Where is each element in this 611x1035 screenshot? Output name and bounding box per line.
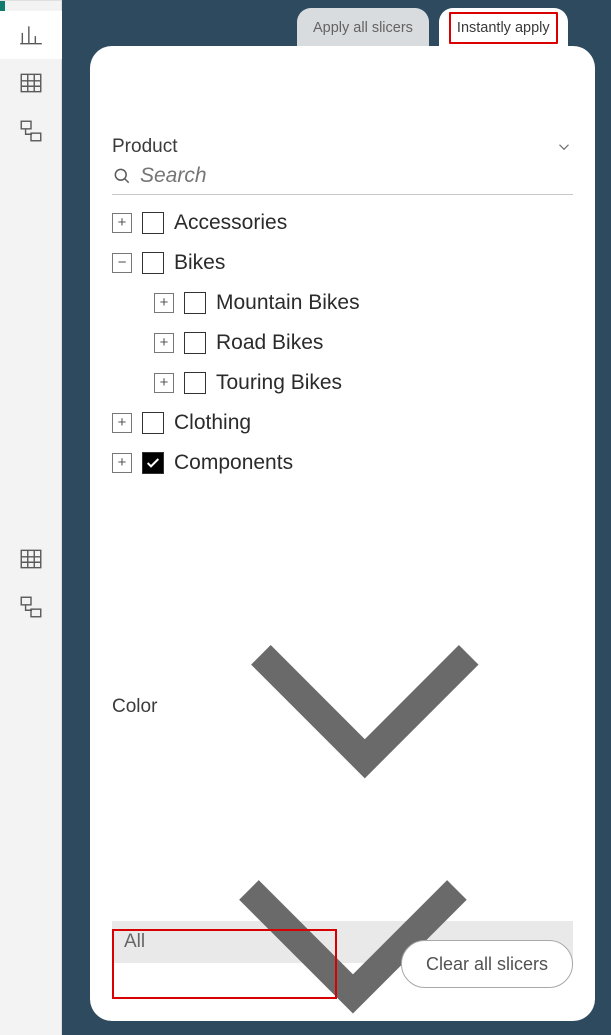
rail-model-view-2[interactable] — [0, 583, 62, 631]
product-slicer-header[interactable]: Product — [112, 136, 573, 158]
expand-icon[interactable]: + — [112, 413, 132, 433]
checkbox[interactable] — [142, 212, 164, 234]
expand-icon[interactable]: + — [154, 293, 174, 313]
tree-item-label: Touring Bikes — [216, 371, 342, 395]
highlight-box: Instantly apply — [449, 12, 558, 44]
highlight-box — [112, 929, 337, 999]
tab-label: Apply all slicers — [313, 20, 413, 36]
rail-table-view-2[interactable] — [0, 535, 62, 583]
color-slicer: Color All — [112, 499, 573, 963]
tree-row-road-bikes[interactable]: + Road Bikes — [112, 323, 573, 363]
panel-footer: Clear all slicers — [112, 929, 573, 999]
tree-item-label: Components — [174, 451, 293, 475]
table-grid-icon — [18, 546, 44, 572]
checkbox[interactable] — [184, 292, 206, 314]
chevron-down-icon — [555, 138, 573, 156]
tree-row-components[interactable]: + Components — [112, 443, 573, 483]
model-diagram-icon — [18, 594, 44, 620]
tree-row-mountain-bikes[interactable]: + Mountain Bikes — [112, 283, 573, 323]
search-input[interactable] — [140, 164, 573, 188]
collapse-icon[interactable]: − — [112, 253, 132, 273]
rail-model-view[interactable] — [0, 107, 62, 155]
checkbox[interactable] — [184, 372, 206, 394]
tree-item-label: Clothing — [174, 411, 251, 435]
tree-item-label: Mountain Bikes — [216, 291, 360, 315]
rail-table-view[interactable] — [0, 59, 62, 107]
expand-icon[interactable]: + — [154, 373, 174, 393]
search-icon — [112, 166, 132, 186]
rail-report-view[interactable] — [0, 11, 62, 59]
slicer-title: Product — [112, 136, 177, 158]
view-rail — [0, 0, 62, 1035]
tree-item-label: Bikes — [174, 251, 225, 275]
slicer-tabs: Apply all slicers Instantly apply — [297, 0, 568, 48]
slicer-title: Color — [112, 696, 157, 718]
expand-icon[interactable]: + — [154, 333, 174, 353]
table-grid-icon — [18, 70, 44, 96]
tab-instantly-apply[interactable]: Instantly apply — [439, 8, 568, 48]
tree-item-label: Road Bikes — [216, 331, 323, 355]
product-tree: + Accessories − Bikes + Mountain Bikes + — [112, 203, 573, 483]
tree-row-touring-bikes[interactable]: + Touring Bikes — [112, 363, 573, 403]
checkbox[interactable] — [142, 252, 164, 274]
model-diagram-icon — [18, 118, 44, 144]
tab-label: Instantly apply — [457, 20, 550, 36]
slicer-panel: Product + Accessories − Bikes — [90, 46, 595, 1021]
button-label: Clear all slicers — [426, 954, 548, 975]
checkbox[interactable] — [184, 332, 206, 354]
expand-icon[interactable]: + — [112, 453, 132, 473]
clear-all-slicers-button[interactable]: Clear all slicers — [401, 940, 573, 988]
checkbox-checked[interactable] — [142, 452, 164, 474]
expand-icon[interactable]: + — [112, 213, 132, 233]
bar-chart-icon — [18, 22, 44, 48]
product-search[interactable] — [112, 162, 573, 195]
tree-row-bikes[interactable]: − Bikes — [112, 243, 573, 283]
tab-apply-all-slicers[interactable]: Apply all slicers — [297, 8, 429, 48]
tree-row-clothing[interactable]: + Clothing — [112, 403, 573, 443]
tree-item-label: Accessories — [174, 211, 287, 235]
canvas-area: Apply all slicers Instantly apply Produc… — [62, 0, 611, 1035]
checkbox[interactable] — [142, 412, 164, 434]
tree-row-accessories[interactable]: + Accessories — [112, 203, 573, 243]
